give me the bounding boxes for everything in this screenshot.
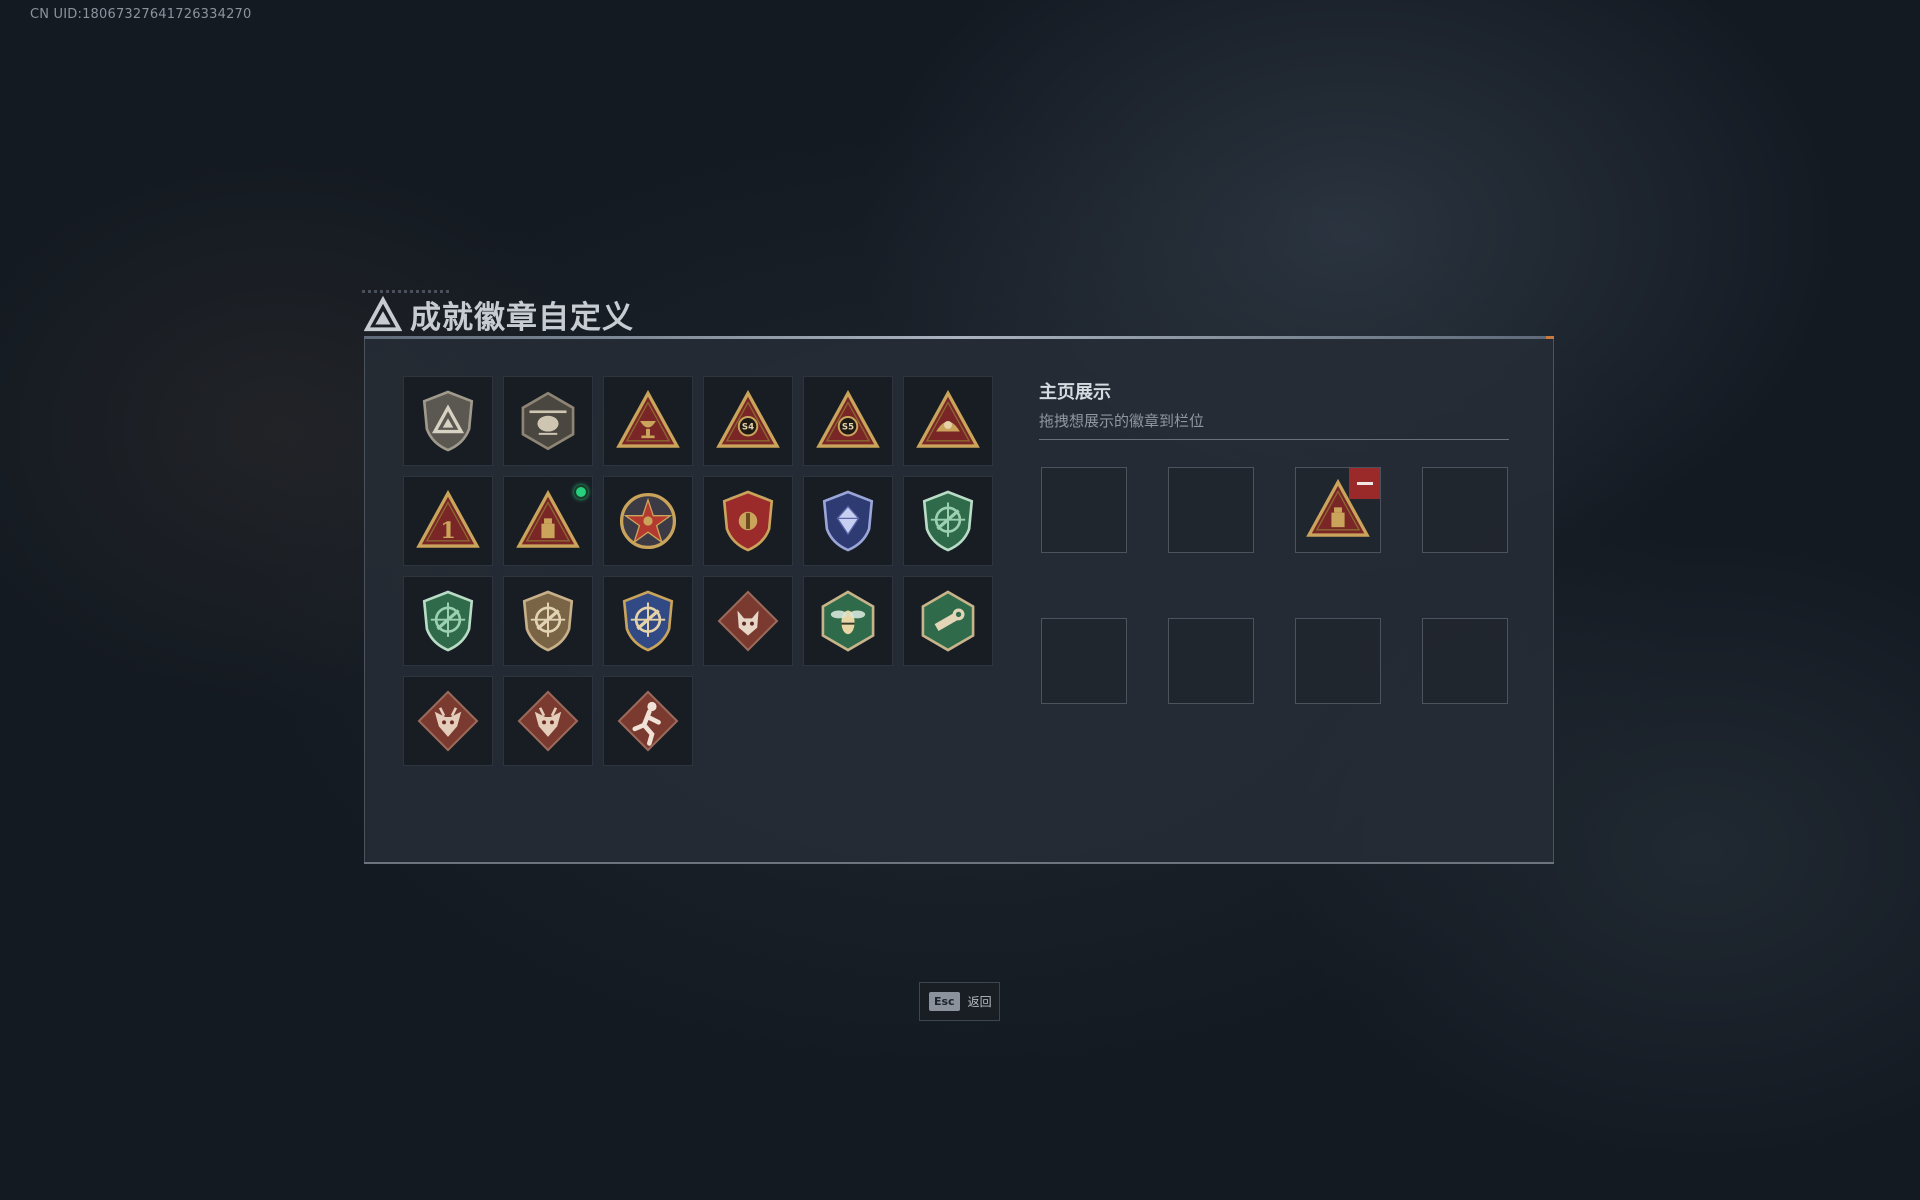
badge-cell[interactable] xyxy=(503,576,593,666)
display-slot[interactable] xyxy=(1168,618,1254,704)
red-star-medal-badge-icon xyxy=(619,492,677,550)
panel-top-accent xyxy=(364,336,1554,339)
triangle-logo-icon xyxy=(364,295,402,331)
new-indicator-dot xyxy=(574,485,588,499)
badge-cell[interactable] xyxy=(603,376,693,466)
badge-cell[interactable] xyxy=(903,476,993,566)
homepage-display-header: 主页展示 拖拽想展示的徽章到栏位 xyxy=(1039,378,1509,440)
gold-triangle-leaf-badge-icon xyxy=(916,389,980,448)
badge-cell[interactable] xyxy=(503,476,593,566)
gold-triangle-s5-badge-icon: S5 xyxy=(816,389,880,448)
badge-cell[interactable] xyxy=(703,576,793,666)
badge-cell[interactable] xyxy=(703,476,793,566)
gold-triangle-number-one-badge-icon: 1 xyxy=(416,489,480,548)
helicopter-badge-icon xyxy=(521,391,575,451)
minus-icon xyxy=(1356,482,1373,485)
badge-cell[interactable]: 1 xyxy=(403,476,493,566)
badge-cell[interactable] xyxy=(903,376,993,466)
page-title-row: 成就徽章自定义 xyxy=(364,292,634,337)
gold-triangle-chalice-badge-icon xyxy=(616,389,680,448)
display-slot[interactable] xyxy=(1041,467,1127,553)
gray-triangle-shield-badge-icon xyxy=(422,390,474,452)
gold-triangle-box-badge-icon xyxy=(516,489,580,548)
svg-text:S4: S4 xyxy=(742,423,754,433)
dragon-diamond-badge-icon xyxy=(517,690,579,752)
display-subtitle: 拖拽想展示的徽章到栏位 xyxy=(1039,412,1205,430)
display-slot[interactable] xyxy=(1422,618,1508,704)
remove-badge-button[interactable] xyxy=(1349,468,1380,499)
svg-text:1: 1 xyxy=(440,518,456,544)
runner-diamond-badge-icon xyxy=(617,690,679,752)
dragon-diamond-badge-icon xyxy=(417,690,479,752)
wolf-diamond-badge-icon xyxy=(717,590,779,652)
esc-key-icon: Esc xyxy=(929,992,960,1011)
badge-grid: S4 S5 1 xyxy=(403,376,993,766)
display-slot[interactable] xyxy=(1422,467,1508,553)
gold-triangle-s4-badge-icon: S4 xyxy=(716,389,780,448)
back-label: 返回 xyxy=(967,995,992,1009)
badge-cell[interactable] xyxy=(803,576,893,666)
badge-cell[interactable] xyxy=(403,376,493,466)
badge-cell[interactable] xyxy=(603,676,693,766)
wrench-hexagon-badge-icon xyxy=(921,590,975,652)
badge-cell[interactable] xyxy=(403,576,493,666)
blue-diamond-shield-badge-icon xyxy=(822,490,874,552)
badge-cell[interactable] xyxy=(603,476,693,566)
green-crosshair-shield-badge-icon xyxy=(422,590,474,652)
uid-label: CN UID:18067327641726334270 xyxy=(30,7,252,22)
badge-cell[interactable] xyxy=(603,576,693,666)
badge-cell[interactable] xyxy=(903,576,993,666)
badge-cell[interactable]: S4 xyxy=(703,376,793,466)
green-crosshair-rifle-badge-icon xyxy=(922,490,974,552)
back-button[interactable]: Esc 返回 xyxy=(919,982,1000,1021)
display-divider xyxy=(1039,439,1509,440)
display-slot[interactable] xyxy=(1041,618,1127,704)
svg-text:S5: S5 xyxy=(842,423,854,433)
panel-bottom-line xyxy=(364,862,1554,864)
display-slot[interactable] xyxy=(1168,467,1254,553)
blue-red-shield-crest-badge-icon xyxy=(722,490,774,552)
page-title: 成就徽章自定义 xyxy=(410,300,634,336)
badge-cell[interactable] xyxy=(803,476,893,566)
bronze-crosshair-shield-badge-icon xyxy=(522,590,574,652)
display-title: 主页展示 xyxy=(1039,382,1111,403)
hornet-hexagon-badge-icon xyxy=(821,590,875,652)
badge-cell[interactable]: S5 xyxy=(803,376,893,466)
badge-cell[interactable] xyxy=(403,676,493,766)
display-slot-grid xyxy=(1041,467,1508,704)
badge-cell[interactable] xyxy=(503,376,593,466)
display-slot[interactable] xyxy=(1295,618,1381,704)
gold-blue-crosshair-crest-badge-icon xyxy=(622,590,674,652)
badge-cell[interactable] xyxy=(503,676,593,766)
display-slot[interactable] xyxy=(1295,467,1381,553)
